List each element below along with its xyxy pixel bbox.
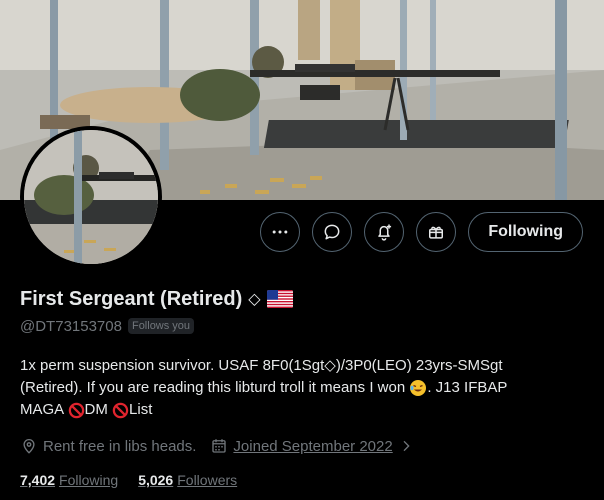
- gift-button[interactable]: [416, 212, 457, 252]
- more-icon: [273, 230, 288, 234]
- bio-line-2b: . J13 IFBAP: [427, 379, 508, 396]
- following-label: Following: [59, 472, 119, 488]
- handle: @DT73153708: [20, 317, 122, 335]
- bio-line-3c: List: [129, 401, 153, 418]
- gift-icon: [429, 226, 444, 239]
- message-icon: [324, 224, 340, 240]
- bio-line-1: 1x perm suspension survivor. USAF 8F0(1S…: [20, 357, 503, 374]
- bio: 1x perm suspension survivor. USAF 8F0(1S…: [20, 355, 585, 421]
- followers-stat-link[interactable]: 5,026 Followers: [138, 472, 237, 488]
- bio-line-3b: DM: [84, 401, 113, 418]
- rofl-emoji-icon: [410, 380, 427, 397]
- bell-plus-icon: [378, 224, 392, 241]
- bio-line-3a: MAGA: [20, 401, 68, 418]
- profile-meta: Rent free in libs heads. Joined Septembe…: [20, 435, 590, 457]
- avatar-photo: [24, 130, 158, 264]
- joined-item[interactable]: Joined September 2022: [210, 437, 413, 455]
- following-count: 7,402: [20, 472, 56, 488]
- following-button[interactable]: Following: [468, 212, 583, 252]
- followers-count: 5,026: [138, 472, 174, 488]
- chevron-right-icon: [403, 440, 410, 452]
- location-item: Rent free in libs heads.: [20, 437, 196, 455]
- location-pin-icon: [23, 439, 35, 454]
- followers-label: Followers: [177, 472, 238, 488]
- us-flag-icon: [266, 290, 293, 308]
- bio-line-2a: (Retired). If you are reading this libtu…: [20, 379, 410, 396]
- name-row: First Sergeant (Retired) ◇: [20, 286, 590, 312]
- following-stat-link[interactable]: 7,402 Following: [20, 472, 118, 488]
- joined-date-link[interactable]: Joined September 2022: [233, 438, 392, 455]
- display-name: First Sergeant (Retired): [20, 287, 243, 310]
- calendar-icon: [212, 439, 227, 453]
- follow-stats: 7,402 Following 5,026 Followers: [20, 470, 590, 490]
- handle-row: @DT73153708 Follows you: [20, 315, 590, 337]
- notify-button[interactable]: [364, 212, 405, 252]
- avatar[interactable]: [20, 126, 162, 268]
- diamond-icon: ◇: [248, 291, 261, 308]
- follows-you-badge: Follows you: [127, 318, 195, 334]
- message-button[interactable]: [312, 212, 353, 252]
- profile-actions: Following: [260, 212, 583, 252]
- location-text: Rent free in libs heads.: [43, 437, 197, 455]
- profile-info: First Sergeant (Retired) ◇ @DT73153708 F…: [20, 286, 590, 490]
- more-button[interactable]: [260, 212, 301, 252]
- prohibited-icon: [112, 402, 129, 418]
- prohibited-icon: [68, 402, 84, 418]
